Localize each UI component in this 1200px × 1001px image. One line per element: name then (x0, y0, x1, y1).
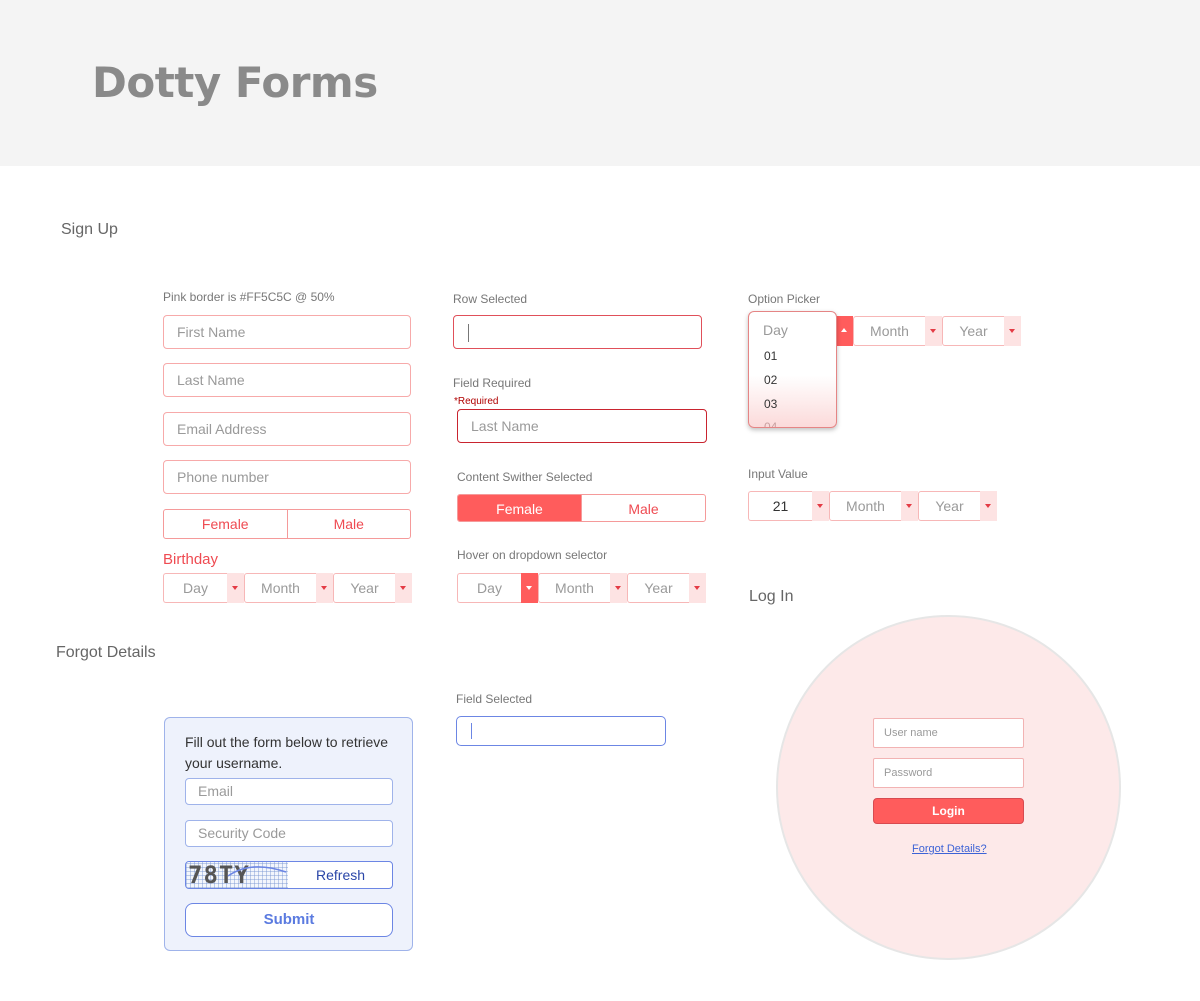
phone-input[interactable]: Phone number (163, 460, 411, 494)
month-label: Month (538, 573, 610, 603)
captcha-swirl-icon (227, 866, 287, 877)
captcha-image: 78TY (186, 862, 288, 888)
chevron-down-icon[interactable] (689, 573, 706, 603)
input-value-selector: 21 Month Year (748, 491, 997, 521)
birthday-label: Birthday (163, 551, 219, 568)
signup-title: Sign Up (61, 221, 118, 238)
captcha-row: 78TY Refresh (185, 861, 393, 889)
input-day-dropdown[interactable]: 21 (748, 491, 829, 521)
birthday-day-dropdown[interactable]: Day (163, 573, 244, 603)
username-input[interactable]: User name (873, 718, 1024, 748)
login-button[interactable]: Login (873, 798, 1024, 824)
pink-border-note: Pink border is #FF5C5C @ 50% (163, 290, 335, 304)
day-label: Day (457, 573, 521, 603)
text-cursor (468, 324, 469, 342)
required-last-name-input[interactable]: Last Name (457, 409, 707, 443)
security-code-input[interactable]: Security Code (185, 820, 393, 847)
month-label: Month (853, 316, 925, 346)
picker-day-toggle[interactable] (836, 316, 853, 346)
chevron-down-icon[interactable] (610, 573, 627, 603)
field-selected-caption: Field Selected (456, 692, 533, 706)
month-label: Month (829, 491, 901, 521)
submit-button[interactable]: Submit (185, 903, 393, 937)
day-header: Day (763, 322, 788, 338)
hover-caption: Hover on dropdown selector (457, 548, 608, 562)
password-input[interactable]: Password (873, 758, 1024, 788)
male-option[interactable]: Male (581, 495, 705, 521)
forgot-email-input[interactable]: Email (185, 778, 393, 805)
brand-title: Dotty Forms (92, 58, 378, 107)
forgot-details-link[interactable]: Forgot Details? (912, 843, 987, 855)
option-picker-row: Month Year (836, 316, 1021, 346)
day-label: Day (163, 573, 227, 603)
input-month-dropdown[interactable]: Month (829, 491, 918, 521)
selected-gender-switcher: Female Male (457, 494, 706, 522)
field-required-caption: Field Required (453, 376, 532, 390)
input-year-dropdown[interactable]: Year (918, 491, 997, 521)
option-01[interactable]: 01 (764, 349, 777, 363)
chevron-down-icon[interactable] (812, 491, 829, 521)
day-value: 21 (748, 491, 812, 521)
hover-year-dropdown[interactable]: Year (627, 573, 706, 603)
option-04[interactable]: 04 (764, 420, 777, 427)
year-label: Year (333, 573, 395, 603)
chevron-up-icon[interactable] (836, 316, 853, 346)
switcher-caption: Content Swither Selected (457, 470, 593, 484)
female-option-selected[interactable]: Female (458, 495, 581, 521)
chevron-down-icon[interactable] (980, 491, 997, 521)
picker-month-dropdown[interactable]: Month (853, 316, 942, 346)
male-option[interactable]: Male (286, 510, 411, 538)
birthday-month-dropdown[interactable]: Month (244, 573, 333, 603)
birthday-year-dropdown[interactable]: Year (333, 573, 412, 603)
picker-year-dropdown[interactable]: Year (942, 316, 1021, 346)
hover-date-selector: Day Month Year (457, 573, 706, 603)
month-label: Month (244, 573, 316, 603)
day-option-list: Day 01 02 03 04 (748, 311, 837, 428)
row-selected-input[interactable] (453, 315, 702, 349)
row-selected-caption: Row Selected (453, 292, 528, 306)
first-name-input[interactable]: First Name (163, 315, 411, 349)
required-note: *Required (454, 396, 499, 407)
forgot-card: Fill out the form below to retrieve your… (164, 717, 413, 951)
hover-month-dropdown[interactable]: Month (538, 573, 627, 603)
email-input[interactable]: Email Address (163, 412, 411, 446)
chevron-down-icon[interactable] (901, 491, 918, 521)
chevron-down-icon[interactable] (316, 573, 333, 603)
chevron-down-icon[interactable] (227, 573, 244, 603)
captcha-refresh-button[interactable]: Refresh (316, 867, 365, 883)
year-label: Year (627, 573, 689, 603)
option-02[interactable]: 02 (764, 373, 777, 387)
birthday-selector: Day Month Year (163, 573, 412, 603)
chevron-down-icon[interactable] (521, 573, 538, 603)
login-title: Log In (749, 588, 794, 605)
chevron-down-icon[interactable] (395, 573, 412, 603)
text-cursor (471, 723, 472, 739)
hover-day-dropdown[interactable]: Day (457, 573, 538, 603)
forgot-intro: Fill out the form below to retrieve your… (185, 734, 389, 771)
option-03[interactable]: 03 (764, 397, 777, 411)
year-label: Year (918, 491, 980, 521)
last-name-input[interactable]: Last Name (163, 363, 411, 397)
chevron-down-icon[interactable] (1004, 316, 1021, 346)
input-value-caption: Input Value (748, 467, 808, 481)
year-label: Year (942, 316, 1004, 346)
chevron-down-icon[interactable] (925, 316, 942, 346)
female-option[interactable]: Female (164, 510, 287, 538)
selected-field-input[interactable] (456, 716, 666, 746)
gender-switcher: Female Male (163, 509, 411, 539)
option-picker-caption: Option Picker (748, 292, 821, 306)
forgot-title: Forgot Details (56, 644, 156, 661)
